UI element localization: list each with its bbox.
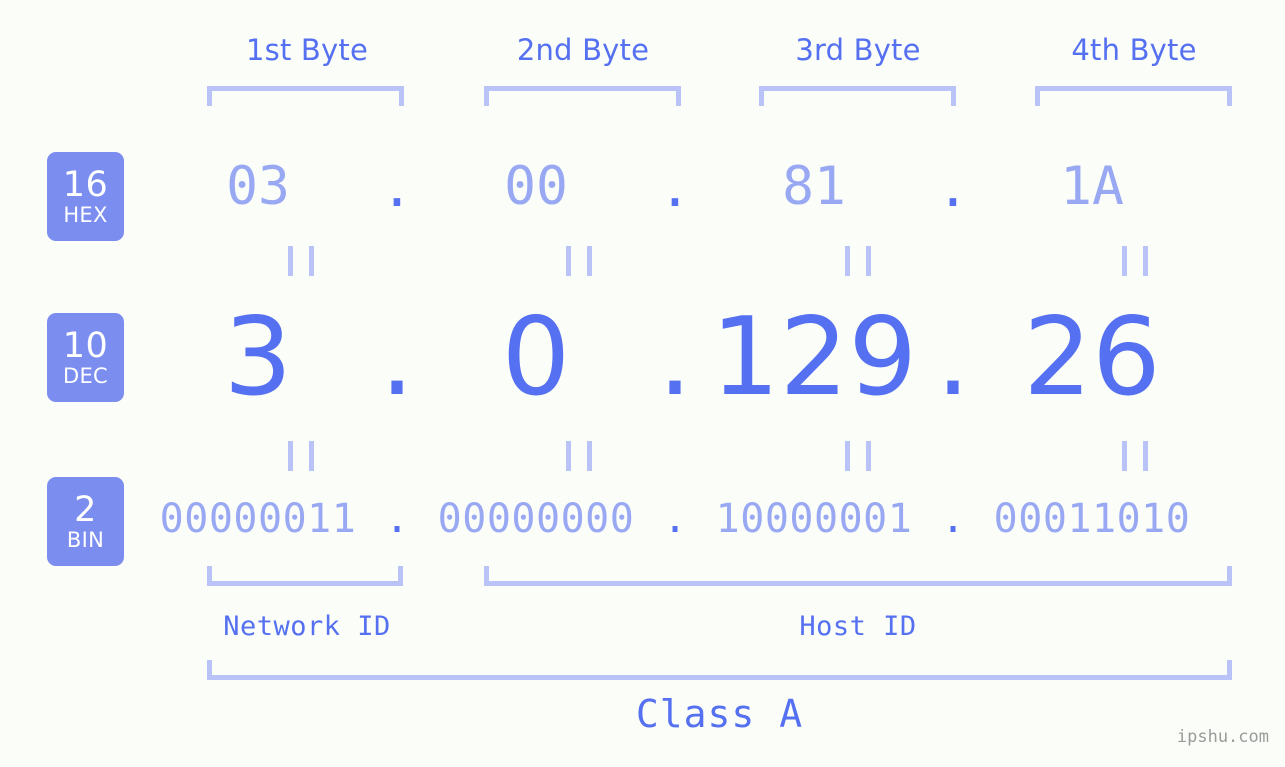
byte-bracket-2: [484, 86, 681, 106]
base-badge-bin-name: BIN: [66, 527, 105, 552]
base-badge-hex-number: 16: [62, 164, 109, 205]
class-label: Class A: [635, 692, 804, 736]
dec-octet-3: 129: [710, 295, 918, 420]
hex-octet-2: 00: [504, 156, 568, 217]
host-id-bracket: [484, 566, 1232, 586]
equals-mark-dec-bin-1: [288, 441, 314, 471]
equals-mark-dec-bin-3: [845, 441, 871, 471]
hex-value-row: 03 . 00 . 81 . 1A: [150, 148, 1285, 226]
dec-separator-2: .: [657, 295, 693, 420]
byte-header-2: 2nd Byte: [516, 33, 650, 67]
byte-header-1: 1st Byte: [245, 33, 369, 67]
equals-mark-hex-dec-1: [288, 246, 314, 276]
base-badge-hex: 16 HEX: [47, 152, 124, 241]
byte-header-4: 4th Byte: [1071, 33, 1197, 67]
host-id-label: Host ID: [799, 611, 917, 642]
dec-separator-3: .: [935, 295, 971, 420]
byte-bracket-1: [207, 86, 404, 106]
base-badge-bin-number: 2: [74, 489, 97, 530]
hex-octet-1: 03: [226, 156, 290, 217]
base-badge-hex-name: HEX: [63, 202, 108, 227]
equals-mark-hex-dec-3: [845, 246, 871, 276]
bin-octet-2: 00000000: [437, 496, 635, 542]
ip-address-breakdown-diagram: 1st Byte 2nd Byte 3rd Byte 4th Byte 16 H…: [0, 0, 1285, 767]
hex-separator-1: .: [381, 158, 413, 219]
equals-mark-dec-bin-2: [566, 441, 592, 471]
dec-octet-2: 0: [501, 295, 571, 420]
hex-separator-2: .: [659, 158, 691, 219]
bin-separator-3: .: [940, 496, 966, 542]
equals-mark-hex-dec-4: [1122, 246, 1148, 276]
dec-value-row: 3 . 0 . 129 . 26: [150, 296, 1285, 420]
network-id-bracket: [207, 566, 403, 586]
hex-separator-3: .: [937, 158, 969, 219]
bin-octet-1: 00000011: [159, 496, 357, 542]
base-badge-bin: 2 BIN: [47, 477, 124, 566]
bin-octet-3: 10000001: [715, 496, 913, 542]
bin-value-row: 00000011 . 00000000 . 10000001 . 0001101…: [150, 488, 1285, 550]
byte-header-3: 3rd Byte: [795, 33, 921, 67]
base-badge-dec-name: DEC: [62, 363, 108, 388]
bin-separator-1: .: [384, 496, 410, 542]
base-badge-dec: 10 DEC: [47, 313, 124, 402]
byte-bracket-3: [759, 86, 956, 106]
dec-separator-1: .: [379, 295, 415, 420]
byte-bracket-4: [1035, 86, 1232, 106]
equals-mark-dec-bin-4: [1122, 441, 1148, 471]
bin-separator-2: .: [662, 496, 688, 542]
base-badge-dec-number: 10: [62, 325, 109, 366]
dec-octet-4: 26: [1023, 295, 1161, 420]
class-bracket: [207, 660, 1232, 680]
site-watermark: ipshu.com: [1176, 727, 1269, 747]
dec-octet-1: 3: [223, 295, 293, 420]
hex-octet-4: 1A: [1060, 156, 1124, 217]
equals-mark-hex-dec-2: [566, 246, 592, 276]
network-id-label: Network ID: [223, 611, 391, 642]
hex-octet-3: 81: [782, 156, 846, 217]
bin-octet-4: 00011010: [993, 496, 1191, 542]
